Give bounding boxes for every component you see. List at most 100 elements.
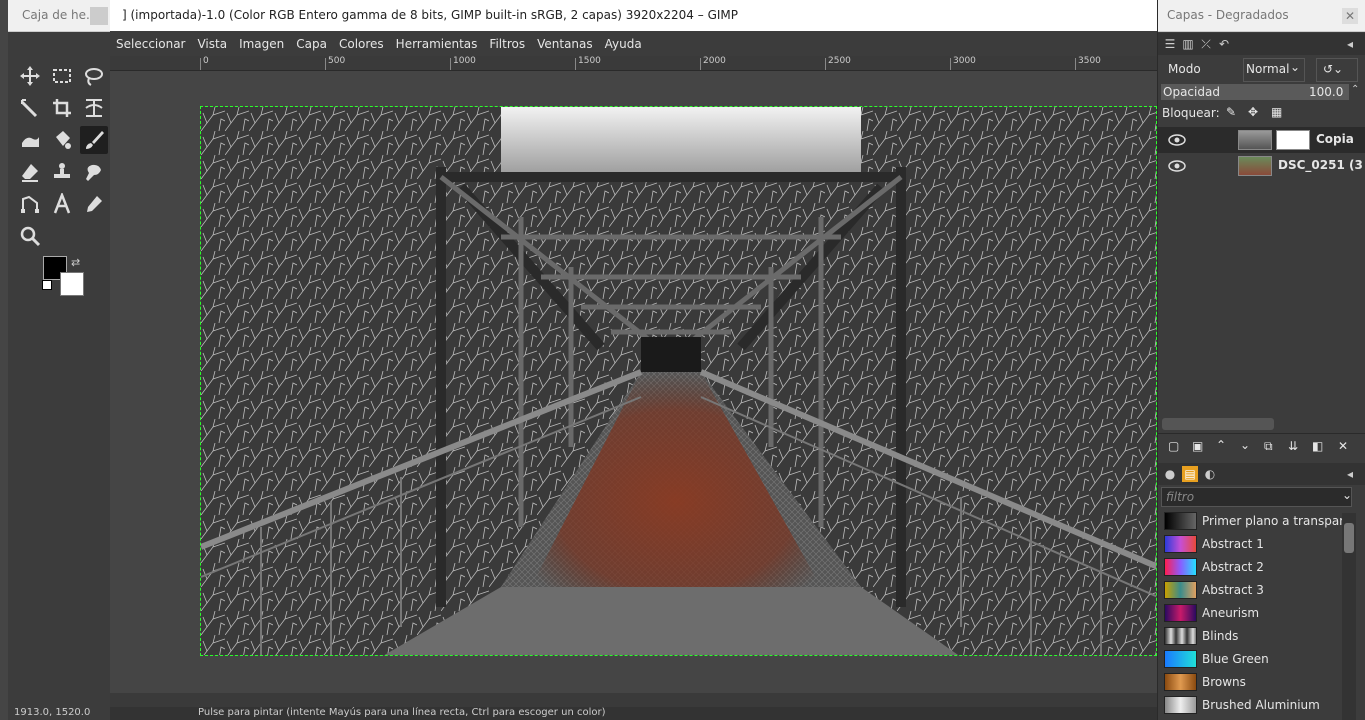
layers-tab-icon[interactable]: ☰: [1162, 36, 1178, 52]
heal-tool-icon[interactable]: [80, 158, 108, 186]
lock-position-icon[interactable]: ✥: [1248, 105, 1258, 119]
brushes-tab-icon[interactable]: ●: [1162, 466, 1178, 482]
gradient-name: Aneurism: [1202, 606, 1260, 620]
undo-history-tab-icon[interactable]: ↶: [1216, 36, 1232, 52]
gradient-name: Blinds: [1202, 629, 1239, 643]
gradient-name: Browns: [1202, 675, 1246, 689]
free-select-tool-icon[interactable]: [80, 62, 108, 90]
path-tool-icon[interactable]: [16, 190, 44, 218]
ruler-label: 2500: [828, 56, 851, 66]
gradient-swatch: [1164, 558, 1197, 576]
mode-value: Normal: [1246, 62, 1290, 76]
swap-colors-icon[interactable]: ⇄: [71, 256, 80, 269]
pointer-coordinates: 1913.0, 1520.0: [14, 707, 91, 718]
menu-vista[interactable]: Vista: [191, 37, 233, 51]
list-item[interactable]: Abstract 1: [1158, 533, 1343, 556]
menu-herramientas[interactable]: Herramientas: [390, 37, 484, 51]
eye-icon[interactable]: [1168, 160, 1186, 172]
ruler-label: 2000: [703, 56, 726, 66]
horizontal-ruler[interactable]: 0 500 1000 1500 2000 2500 3000 3500: [110, 56, 1157, 71]
gradient-name: Abstract 3: [1202, 583, 1264, 597]
duplicate-layer-icon[interactable]: ⧉: [1264, 439, 1273, 454]
layer-name: DSC_0251 (3: [1278, 158, 1363, 172]
layers-scrollbar[interactable]: [1162, 418, 1274, 430]
canvas-image[interactable]: [200, 106, 1157, 656]
opacity-slider[interactable]: Opacidad 100.0: [1161, 84, 1349, 100]
eraser-tool-icon[interactable]: [16, 158, 44, 186]
menu-ventanas[interactable]: Ventanas: [531, 37, 599, 51]
menu-ayuda[interactable]: Ayuda: [599, 37, 648, 51]
lock-pixels-icon[interactable]: ✎: [1226, 105, 1236, 119]
menu-imagen[interactable]: Imagen: [233, 37, 290, 51]
text-tool-icon[interactable]: [48, 190, 76, 218]
background-color-swatch[interactable]: [60, 272, 84, 296]
list-item[interactable]: Browns: [1158, 671, 1343, 694]
smudge-tool-icon[interactable]: [16, 126, 44, 154]
raise-layer-icon[interactable]: ⌃: [1216, 438, 1226, 452]
new-layer-icon[interactable]: ▢: [1168, 439, 1179, 453]
gradient-list-scroll-thumb[interactable]: [1344, 523, 1354, 553]
chevron-down-icon: ⌄: [1290, 60, 1301, 74]
clone-tool-icon[interactable]: [48, 158, 76, 186]
opacity-stepper[interactable]: ⌃: [1351, 84, 1363, 100]
bucket-tool-icon[interactable]: [48, 126, 76, 154]
list-item[interactable]: Abstract 2: [1158, 556, 1343, 579]
lock-label: Bloquear:: [1162, 106, 1220, 120]
dock-title-bar: Capas - Degradados ✕: [1158, 0, 1365, 32]
gradient-list: Primer plano a transpar Abstract 1 Abstr…: [1158, 510, 1344, 720]
list-item[interactable]: Aneurism: [1158, 602, 1343, 625]
gradient-name: Abstract 1: [1202, 537, 1264, 551]
layers-gradients-dock: Capas - Degradados ✕ ☰ ▥ ⤫ ↶ ◂ Modo Norm…: [1157, 0, 1365, 720]
ruler-label: 1500: [578, 56, 601, 66]
gradients-tab-icon[interactable]: ◐: [1202, 466, 1218, 482]
list-item[interactable]: Primer plano a transpar: [1158, 510, 1344, 533]
gradient-filter-input[interactable]: filtro: [1161, 487, 1352, 507]
color-picker-tool-icon[interactable]: [80, 190, 108, 218]
measure-tool-icon[interactable]: [16, 94, 44, 122]
toolbox: Caja de he... ⇄: [8, 0, 111, 720]
patterns-tab-icon[interactable]: ▤: [1182, 466, 1198, 482]
opacity-label: Opacidad: [1163, 85, 1220, 99]
menu-seleccionar[interactable]: Seleccionar: [110, 37, 191, 51]
mode-select[interactable]: Normal ⌄: [1243, 58, 1305, 82]
horizontal-scrollbar[interactable]: [110, 693, 1157, 707]
chevron-down-icon[interactable]: ⌄: [1342, 488, 1352, 502]
gradient-name: Brushed Aluminium: [1202, 698, 1320, 712]
close-icon[interactable]: ✕: [1342, 8, 1358, 24]
mask-icon[interactable]: ◧: [1312, 439, 1323, 453]
list-item[interactable]: Blinds: [1158, 625, 1343, 648]
merge-layer-icon[interactable]: ⇊: [1288, 439, 1298, 453]
paths-tab-icon[interactable]: ⤫: [1198, 36, 1214, 52]
rect-select-tool-icon[interactable]: [48, 62, 76, 90]
list-item[interactable]: Blue Green: [1158, 648, 1343, 671]
image-window-title-bar: ] (importada)-1.0 (Color RGB Entero gamm…: [90, 0, 1157, 32]
delete-layer-icon[interactable]: ✕: [1338, 439, 1348, 453]
paintbrush-tool-icon[interactable]: [80, 126, 108, 154]
list-item[interactable]: Brushed Aluminium: [1158, 694, 1343, 717]
layers-tab-row: ☰ ▥ ⤫ ↶ ◂: [1158, 33, 1365, 55]
gradient-swatch: [1164, 581, 1197, 599]
warp-tool-icon[interactable]: [80, 94, 108, 122]
gradient-swatch: [1164, 673, 1197, 691]
layer-mask-thumbnail[interactable]: [1276, 130, 1310, 150]
lower-layer-icon[interactable]: ⌄: [1240, 438, 1250, 452]
menu-filtros[interactable]: Filtros: [483, 37, 531, 51]
filter-placeholder: filtro: [1166, 490, 1195, 504]
lock-alpha-icon[interactable]: ▦: [1271, 105, 1282, 119]
zoom-tool-icon[interactable]: [16, 222, 44, 250]
mode-reset-button[interactable]: ↺⌄: [1316, 58, 1358, 82]
dock-menu-icon[interactable]: ◂: [1342, 466, 1358, 482]
default-colors-icon[interactable]: [42, 280, 52, 290]
dock-menu-icon[interactable]: ◂: [1342, 36, 1358, 52]
layer-row-dsc[interactable]: DSC_0251 (3: [1158, 153, 1365, 179]
menu-colores[interactable]: Colores: [333, 37, 390, 51]
layer-row-copia[interactable]: Copia: [1158, 127, 1365, 153]
list-item[interactable]: Abstract 3: [1158, 579, 1343, 602]
menu-capa[interactable]: Capa: [290, 37, 333, 51]
new-group-icon[interactable]: ▣: [1192, 439, 1203, 453]
gradients-tab-row: ● ▤ ◐ ◂: [1158, 463, 1365, 485]
eye-icon[interactable]: [1168, 134, 1186, 146]
channels-tab-icon[interactable]: ▥: [1180, 36, 1196, 52]
move-tool-icon[interactable]: [16, 62, 44, 90]
crop-tool-icon[interactable]: [48, 94, 76, 122]
